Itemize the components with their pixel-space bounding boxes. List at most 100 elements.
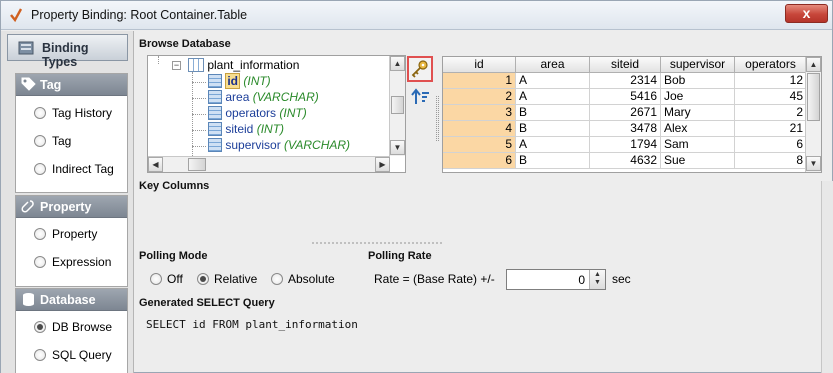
table-cell-id[interactable]: 1 bbox=[443, 73, 516, 89]
table-cell-area[interactable]: A bbox=[516, 73, 590, 89]
database-group-header: Database bbox=[16, 289, 127, 311]
table-cell-supervisor[interactable]: Alex bbox=[661, 121, 735, 137]
table-cell-supervisor[interactable]: Joe bbox=[661, 89, 735, 105]
tree-column-node[interactable]: siteid (INT) bbox=[208, 122, 284, 138]
table-cell-siteid[interactable]: 2314 bbox=[590, 73, 661, 89]
scroll-thumb[interactable] bbox=[807, 73, 820, 121]
radio-button[interactable] bbox=[34, 107, 46, 119]
radio-button[interactable] bbox=[150, 273, 162, 285]
scroll-thumb[interactable] bbox=[391, 96, 404, 114]
table-cell-id[interactable]: 3 bbox=[443, 105, 516, 121]
tree-horizontal-scrollbar[interactable]: ◀ ▶ bbox=[148, 156, 390, 172]
table-cell-supervisor[interactable]: Bob bbox=[661, 73, 735, 89]
spinner-arrows[interactable]: ▲ ▼ bbox=[589, 270, 605, 289]
table-row[interactable]: 5 A 1794 Sam 6 bbox=[443, 137, 807, 153]
radio-label: Tag bbox=[52, 134, 72, 148]
scroll-up-button[interactable]: ▲ bbox=[390, 56, 405, 71]
radio-button[interactable] bbox=[34, 321, 46, 333]
property-group: Property Property Expression bbox=[15, 195, 128, 287]
tree-vertical-scrollbar[interactable]: ▲ ▼ bbox=[389, 56, 405, 156]
table-cell-operators[interactable]: 8 bbox=[735, 153, 807, 169]
column-header-area[interactable]: area bbox=[516, 57, 590, 73]
radio-button[interactable] bbox=[34, 163, 46, 175]
table-cell-id[interactable]: 5 bbox=[443, 137, 516, 153]
increment-arrow-icon[interactable]: ▲ bbox=[594, 271, 601, 278]
radio-button[interactable] bbox=[34, 349, 46, 361]
table-row[interactable]: 1 A 2314 Bob 12 bbox=[443, 73, 807, 89]
table-row[interactable]: 3 B 2671 Mary 2 bbox=[443, 105, 807, 121]
scroll-right-button[interactable]: ▶ bbox=[375, 157, 390, 172]
scroll-up-button[interactable]: ▲ bbox=[806, 57, 821, 72]
table-cell-siteid[interactable]: 2671 bbox=[590, 105, 661, 121]
radio-button[interactable] bbox=[34, 228, 46, 240]
preview-table[interactable]: id area siteid supervisor operators 1 A 23… bbox=[442, 56, 822, 173]
table-cell-area[interactable]: B bbox=[516, 121, 590, 137]
table-cell-area[interactable]: B bbox=[516, 105, 590, 121]
table-cell-area[interactable]: B bbox=[516, 153, 590, 169]
radio-button[interactable] bbox=[197, 273, 209, 285]
table-row[interactable]: 4 B 3478 Alex 21 bbox=[443, 121, 807, 137]
tree-column-node[interactable]: operators (INT) bbox=[208, 106, 307, 122]
tree-table-node[interactable]: plant_information bbox=[188, 58, 299, 74]
scroll-down-button[interactable]: ▼ bbox=[806, 156, 821, 171]
table-row[interactable]: 6 B 4632 Sue 8 bbox=[443, 153, 807, 169]
table-row[interactable]: 2 A 5416 Joe 45 bbox=[443, 89, 807, 105]
radio-button[interactable] bbox=[34, 135, 46, 147]
table-cell-area[interactable]: A bbox=[516, 137, 590, 153]
title-bar[interactable]: Property Binding: Root Container.Table x bbox=[1, 1, 832, 30]
table-cell-supervisor[interactable]: Sue bbox=[661, 153, 735, 169]
close-button[interactable]: x bbox=[785, 4, 828, 23]
window-title: Property Binding: Root Container.Table bbox=[31, 8, 248, 22]
property-group-header: Property bbox=[16, 196, 127, 218]
polling-rate-spinner[interactable]: 0 ▲ ▼ bbox=[506, 269, 606, 290]
tree-column-node[interactable]: supervisor (VARCHAR) bbox=[208, 138, 350, 154]
table-cell-siteid[interactable]: 4632 bbox=[590, 153, 661, 169]
column-type: (INT) bbox=[243, 74, 271, 88]
table-cell-siteid[interactable]: 1794 bbox=[590, 137, 661, 153]
table-cell-siteid[interactable]: 5416 bbox=[590, 89, 661, 105]
radio-label: Tag History bbox=[52, 106, 113, 120]
radio-button[interactable] bbox=[34, 256, 46, 268]
table-cell-id[interactable]: 4 bbox=[443, 121, 516, 137]
column-type: (VARCHAR) bbox=[284, 138, 351, 152]
column-header-siteid[interactable]: siteid bbox=[590, 57, 661, 73]
table-cell-operators[interactable]: 2 bbox=[735, 105, 807, 121]
radio-button[interactable] bbox=[271, 273, 283, 285]
collapse-toggle[interactable]: − bbox=[172, 61, 181, 70]
table-cell-operators[interactable]: 21 bbox=[735, 121, 807, 137]
binding-types-label: Binding Types bbox=[42, 41, 89, 69]
dialog-scrollbar[interactable] bbox=[821, 181, 833, 373]
table-cell-supervisor[interactable]: Mary bbox=[661, 105, 735, 121]
scroll-left-button[interactable]: ◀ bbox=[148, 157, 163, 172]
table-cell-operators[interactable]: 12 bbox=[735, 73, 807, 89]
column-header-supervisor[interactable]: supervisor bbox=[661, 57, 735, 73]
column-type: (INT) bbox=[256, 122, 285, 136]
scroll-down-button[interactable]: ▼ bbox=[390, 140, 405, 155]
column-name: operators bbox=[225, 106, 277, 120]
table-cell-supervisor[interactable]: Sam bbox=[661, 137, 735, 153]
tree-connector bbox=[192, 82, 206, 83]
tree-column-node[interactable]: id (INT) bbox=[208, 73, 271, 90]
key-column-button[interactable] bbox=[407, 56, 433, 82]
column-header-operators[interactable]: operators bbox=[735, 57, 807, 73]
tree-connector bbox=[158, 56, 159, 64]
table-cell-siteid[interactable]: 3478 bbox=[590, 121, 661, 137]
radio-label: Off bbox=[167, 272, 183, 286]
table-cell-operators[interactable]: 6 bbox=[735, 137, 807, 153]
table-cell-operators[interactable]: 45 bbox=[735, 89, 807, 105]
table-cell-id[interactable]: 6 bbox=[443, 153, 516, 169]
scroll-thumb[interactable] bbox=[188, 158, 206, 171]
tree-connector bbox=[192, 114, 206, 115]
table-cell-area[interactable]: A bbox=[516, 89, 590, 105]
database-tree[interactable]: − plant_information id (INT) area (VARCH… bbox=[147, 55, 406, 173]
decrement-arrow-icon[interactable]: ▼ bbox=[594, 279, 601, 286]
sort-order-button[interactable] bbox=[411, 87, 431, 107]
table-vertical-scrollbar[interactable]: ▲ ▼ bbox=[805, 57, 821, 172]
tree-column-node[interactable]: area (VARCHAR) bbox=[208, 90, 319, 106]
spinner-value[interactable]: 0 bbox=[578, 273, 585, 287]
column-header-id[interactable]: id bbox=[443, 57, 516, 73]
section-divider[interactable] bbox=[312, 242, 442, 244]
panel-splitter[interactable] bbox=[436, 96, 439, 141]
tag-group-header: Tag bbox=[16, 74, 127, 96]
table-cell-id[interactable]: 2 bbox=[443, 89, 516, 105]
